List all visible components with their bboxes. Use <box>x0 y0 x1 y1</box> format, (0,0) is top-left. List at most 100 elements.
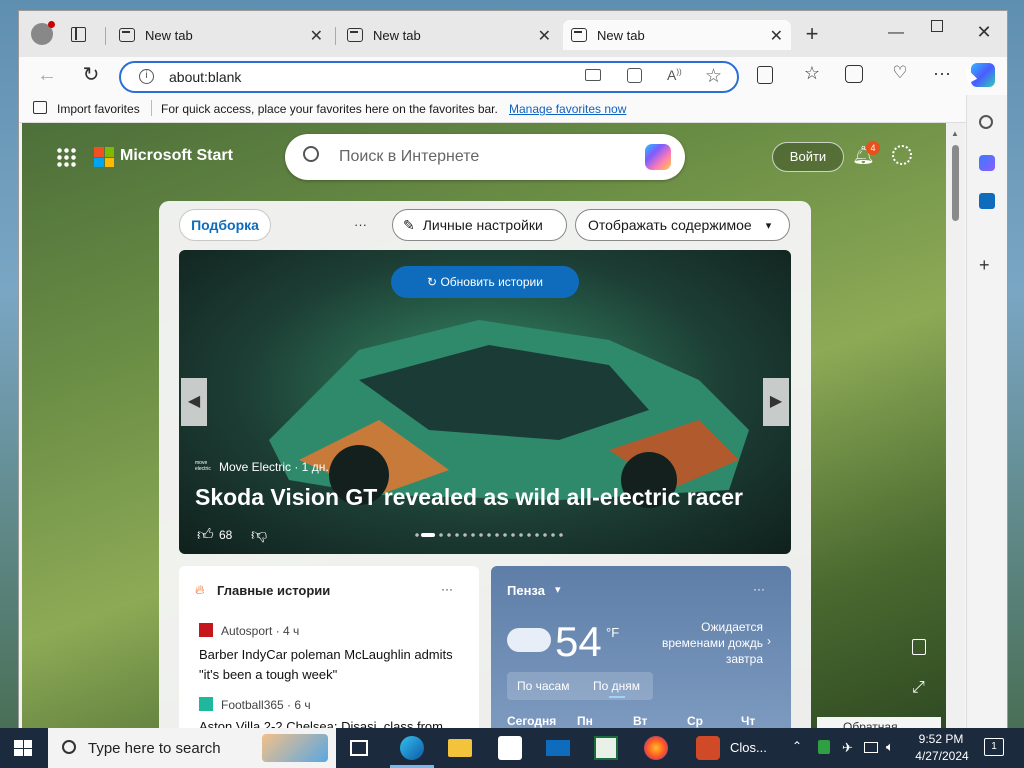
import-favorites-button[interactable]: Import favorites <box>57 102 140 116</box>
forecast-day[interactable]: Вт <box>633 714 647 728</box>
edge-taskbar-icon[interactable] <box>400 736 424 760</box>
add-sidebar-app-icon[interactable]: + <box>979 255 990 276</box>
store-icon[interactable] <box>498 736 522 760</box>
favorite-star-icon[interactable]: ☆ <box>705 65 722 88</box>
close-tab-icon[interactable]: ✕ <box>310 26 323 46</box>
new-tab-icon <box>571 28 587 42</box>
task-view-icon[interactable] <box>350 740 368 756</box>
tab-3[interactable]: New tab ✕ <box>563 20 791 50</box>
expand-icon[interactable]: ⤢ <box>912 679 925 697</box>
copilot-sidebar-icon[interactable] <box>979 155 995 171</box>
personalize-button[interactable]: ✎ Личные настройки <box>392 209 567 241</box>
like-icon[interactable]: 👍︎ <box>197 526 214 545</box>
firefox-icon[interactable] <box>644 736 668 760</box>
forecast-day[interactable]: Пн <box>577 714 593 728</box>
display-content-dropdown[interactable]: Отображать содержимое ▾ <box>575 209 790 241</box>
scroll-thumb[interactable] <box>952 145 959 221</box>
story-1-source[interactable]: Autosport · 4 ч <box>221 624 299 638</box>
import-favorites-icon[interactable] <box>33 101 47 114</box>
refresh-icon[interactable]: ↻ <box>79 65 103 85</box>
story-headline[interactable]: Skoda Vision GT revealed as wild all-ele… <box>195 484 785 511</box>
security-icon[interactable] <box>818 740 830 754</box>
forecast-day[interactable]: Сегодня <box>507 714 556 728</box>
copilot-search-icon[interactable] <box>645 144 671 170</box>
tab-featured[interactable]: Подборка <box>179 209 271 241</box>
tab-hourly[interactable]: По часам <box>517 679 569 693</box>
more-menu-icon[interactable]: ··· <box>931 63 953 83</box>
back-icon[interactable]: ← <box>35 65 59 85</box>
address-bar[interactable]: i about:blank A)) ☆ <box>119 61 739 93</box>
new-tab-icon <box>119 28 135 42</box>
top-stories-more[interactable]: ··· <box>441 582 453 596</box>
new-tab-button[interactable]: + <box>801 23 823 45</box>
collections-icon[interactable] <box>845 65 863 83</box>
weather-city[interactable]: Пенза <box>507 583 545 598</box>
next-story-button[interactable]: ▶ <box>763 378 789 426</box>
brand-title[interactable]: Microsoft Start <box>120 147 233 165</box>
tab-daily[interactable]: По дням <box>593 679 640 693</box>
maximize-button[interactable] <box>931 20 943 32</box>
scroll-up-icon[interactable]: ▲ <box>951 129 959 138</box>
chevron-down-icon[interactable]: ▾ <box>555 583 561 596</box>
settings-gear-icon[interactable] <box>892 145 912 165</box>
notification-center-icon[interactable]: 1 <box>984 738 1004 756</box>
browser-essentials-icon[interactable]: ♡ <box>889 63 911 83</box>
app-warning-icon[interactable] <box>696 736 720 760</box>
volume-icon[interactable]: 🔈︎ <box>886 739 894 755</box>
hero-story[interactable]: ↻ Обновить истории ◀ ▶ move electric Mov… <box>179 250 791 554</box>
minimize-button[interactable]: — <box>885 23 907 43</box>
taskbar-search-input[interactable]: Type here to search <box>88 740 221 757</box>
story-source[interactable]: Move Electric · 1 дн. <box>219 460 329 474</box>
immersive-reader-icon[interactable] <box>585 69 601 81</box>
more-tabs-button[interactable]: ··· <box>354 217 367 232</box>
search-input[interactable]: Поиск в Интернете <box>339 148 479 166</box>
chevron-right-icon[interactable]: › <box>767 634 771 648</box>
close-window-button[interactable]: ✕ <box>973 22 995 42</box>
mail-icon[interactable] <box>546 740 570 756</box>
carousel-dots[interactable] <box>413 533 563 537</box>
close-tab-icon[interactable]: ✕ <box>538 26 551 46</box>
taskbar-search[interactable]: Type here to search <box>48 728 336 768</box>
image-info-icon[interactable] <box>912 639 926 655</box>
address-text[interactable]: about:blank <box>169 69 241 85</box>
outlook-icon[interactable] <box>979 193 995 209</box>
windows-start-icon[interactable] <box>14 740 32 756</box>
tab-actions-icon[interactable] <box>71 27 86 42</box>
monitor-icon[interactable] <box>864 742 878 753</box>
story-1-title[interactable]: Barber IndyCar poleman McLaughlin admits… <box>199 645 459 685</box>
favorites-icon[interactable]: ☆ <box>801 63 823 83</box>
favorites-bar: Import favorites For quick access, place… <box>19 95 1007 123</box>
chevron-up-icon[interactable]: ⌃ <box>792 739 802 753</box>
web-search-box[interactable]: Поиск в Интернете <box>285 134 685 180</box>
refresh-stories-button[interactable]: ↻ Обновить истории <box>391 266 579 298</box>
microsoft-logo[interactable] <box>94 147 114 167</box>
tab-1[interactable]: New tab ✕ <box>111 20 331 50</box>
clock-time[interactable]: 9:52 PM <box>916 732 966 746</box>
forecast-day[interactable]: Ср <box>687 714 703 728</box>
close-tab-icon[interactable]: ✕ <box>770 26 783 46</box>
network-icon[interactable]: ✈ <box>842 740 853 756</box>
profile-avatar[interactable] <box>31 21 55 45</box>
file-explorer-icon[interactable] <box>448 739 472 757</box>
split-screen-icon[interactable] <box>757 66 773 84</box>
notes-app-icon[interactable] <box>594 736 618 760</box>
apps-icon[interactable] <box>627 68 642 83</box>
forecast-day[interactable]: Чт <box>741 714 755 728</box>
signin-button[interactable]: Войти <box>772 142 844 172</box>
prev-story-button[interactable]: ◀ <box>181 378 207 426</box>
taskbar-app-label[interactable]: Clos... <box>730 740 767 755</box>
info-icon[interactable]: i <box>139 69 154 84</box>
weather-more[interactable]: ··· <box>753 582 765 596</box>
weather-alert[interactable]: Ожидается временами дождь завтра <box>651 619 763 667</box>
dislike-icon[interactable]: 👎︎ <box>251 526 267 545</box>
apps-grid-icon[interactable] <box>56 147 76 167</box>
story-2-source[interactable]: Football365 · 6 ч <box>221 698 311 712</box>
read-aloud-icon[interactable]: A)) <box>667 67 682 83</box>
search-icon[interactable] <box>979 115 993 129</box>
clock-date[interactable]: 4/27/2024 <box>912 749 972 763</box>
tab-2[interactable]: New tab ✕ <box>339 20 559 50</box>
page-scrollbar[interactable]: ▲ <box>946 123 964 729</box>
weather-temp: 54 <box>555 618 602 665</box>
manage-favorites-link[interactable]: Manage favorites now <box>509 102 626 116</box>
top-stories-title[interactable]: Главные истории <box>217 583 330 598</box>
